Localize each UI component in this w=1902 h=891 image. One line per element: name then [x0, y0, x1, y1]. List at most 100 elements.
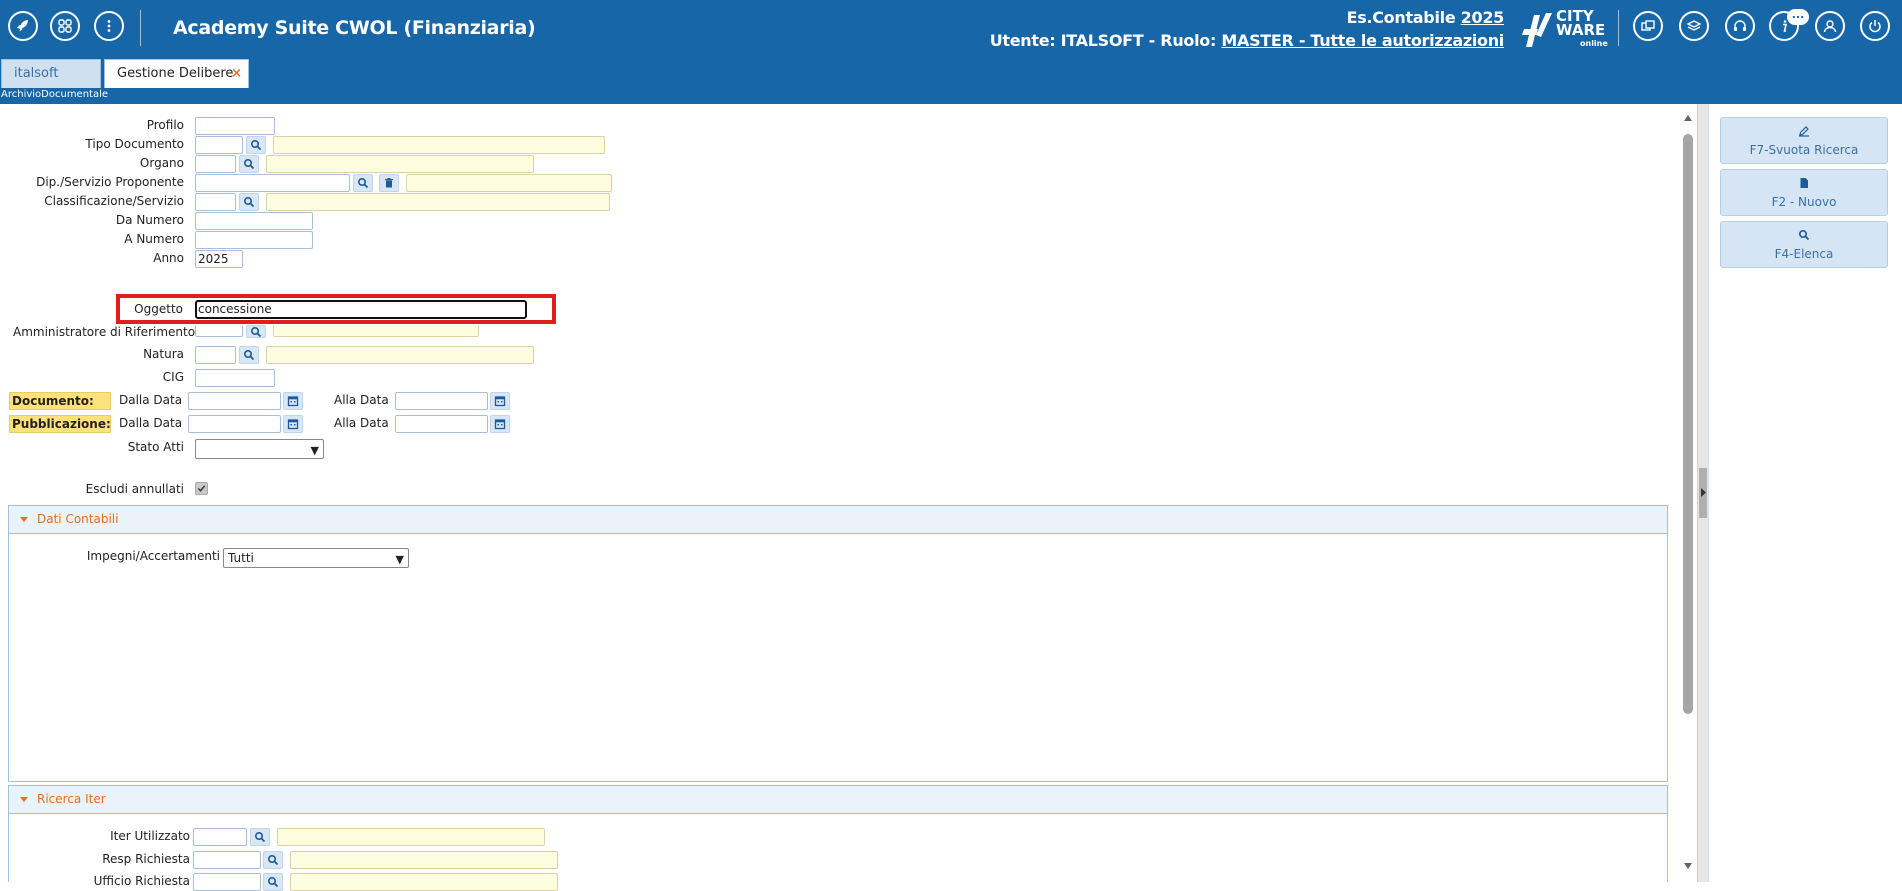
resp-richiesta-input[interactable]	[193, 851, 261, 869]
collapse-triangle-icon	[20, 517, 28, 522]
trash-icon[interactable]	[379, 174, 399, 192]
ufficio-richiesta-input[interactable]	[193, 873, 261, 891]
a-numero-label: A Numero	[124, 232, 184, 246]
nuovo-button[interactable]: F2 - Nuovo	[1720, 169, 1888, 216]
organo-label: Organo	[139, 156, 184, 170]
ufficio-richiesta-description	[290, 873, 558, 891]
calendar-icon[interactable]	[283, 392, 303, 410]
documento-tag: Documento:	[9, 392, 111, 410]
anno-input[interactable]: 2025	[195, 250, 243, 268]
windows-icon[interactable]	[1633, 11, 1663, 41]
scrollbar-thumb[interactable]	[1683, 134, 1693, 714]
breadcrumb: ArchivioDocumentale	[0, 88, 1902, 104]
documento-alla-data-input[interactable]	[395, 392, 488, 410]
impegni-select[interactable]: Tutti ▼	[223, 548, 409, 568]
chevron-down-icon: ▼	[310, 444, 319, 457]
search-icon[interactable]	[239, 346, 259, 364]
da-numero-label: Da Numero	[115, 213, 184, 227]
escludi-annullati-label: Escludi annullati	[85, 482, 184, 496]
apps-grid-icon[interactable]	[50, 11, 80, 41]
elenca-button[interactable]: F4-Elenca	[1720, 221, 1888, 268]
search-icon[interactable]	[239, 193, 259, 211]
dati-contabili-panel: Dati Contabili Impegni/Accertamenti Tutt…	[8, 505, 1668, 782]
calendar-icon[interactable]	[283, 415, 303, 433]
search-icon[interactable]	[263, 873, 283, 891]
calendar-icon[interactable]	[490, 415, 510, 433]
file-icon	[1800, 178, 1808, 188]
app-title: Academy Suite CWOL (Finanziaria)	[173, 17, 536, 39]
tab-italsoft-home[interactable]: italsoft Home	[1, 59, 101, 108]
pubblicazione-dalla-data-input[interactable]	[188, 415, 281, 433]
stato-atti-select[interactable]: ▼	[195, 439, 324, 459]
collapse-triangle-icon	[20, 797, 28, 802]
header-divider	[1618, 10, 1619, 46]
chevron-right-icon	[1701, 488, 1706, 497]
iter-utilizzato-input[interactable]	[193, 828, 247, 846]
amministratore-input[interactable]	[195, 325, 243, 337]
cityware-logo: CITY WARE online	[1520, 9, 1615, 49]
pencil-icon	[1799, 126, 1809, 137]
tipo-documento-label: Tipo Documento	[85, 137, 184, 151]
logo-subtext: online	[1580, 39, 1608, 48]
escludi-annullati-checkbox[interactable]	[195, 482, 208, 495]
oggetto-input[interactable]: concessione	[195, 300, 527, 319]
more-vertical-icon[interactable]	[94, 11, 124, 41]
classificazione-description	[266, 193, 610, 211]
documento-dalla-data-input[interactable]	[188, 392, 281, 410]
user-icon[interactable]	[1815, 11, 1845, 41]
iter-utilizzato-description	[277, 828, 545, 846]
natura-input[interactable]	[195, 346, 236, 364]
dip-servizio-label: Dip./Servizio Proponente	[36, 175, 184, 189]
organo-input[interactable]	[195, 155, 236, 173]
impegni-label: Impegni/Accertamenti	[86, 549, 220, 563]
ufficio-richiesta-label: Ufficio Richiesta	[93, 874, 190, 888]
search-icon[interactable]	[239, 155, 259, 173]
rocket-icon[interactable]	[8, 11, 38, 41]
notification-badge[interactable]: ...	[1787, 9, 1809, 25]
tipo-documento-input[interactable]	[195, 136, 243, 154]
search-icon[interactable]	[246, 325, 266, 338]
profilo-label: Profilo	[146, 118, 184, 132]
pubblicazione-tag: Pubblicazione:	[9, 415, 111, 433]
layers-icon[interactable]	[1679, 11, 1709, 41]
user-info: Es.Contabile 2025 Utente: ITALSOFT - Ruo…	[989, 6, 1505, 52]
search-icon[interactable]	[246, 136, 266, 154]
dip-servizio-input[interactable]	[195, 174, 350, 192]
es-year-link[interactable]: 2025	[1461, 8, 1505, 27]
user-role-link[interactable]: MASTER - Tutte le autorizzazioni	[1221, 31, 1504, 50]
scroll-up-icon[interactable]	[1683, 114, 1693, 122]
anno-label: Anno	[153, 251, 184, 265]
splitter-handle[interactable]	[1699, 468, 1707, 518]
amministratore-description	[273, 325, 479, 337]
a-numero-input[interactable]	[195, 231, 313, 249]
logo-text: CITY WARE	[1556, 7, 1606, 39]
stato-atti-label: Stato Atti	[127, 440, 184, 454]
scroll-down-icon[interactable]	[1683, 862, 1693, 870]
es-label: Es.Contabile	[1346, 8, 1456, 27]
vertical-scrollbar[interactable]	[1680, 112, 1696, 882]
dip-servizio-description	[406, 174, 612, 192]
calendar-icon[interactable]	[490, 392, 510, 410]
headset-icon[interactable]	[1725, 11, 1755, 41]
cig-input[interactable]	[195, 369, 275, 387]
profilo-input[interactable]	[195, 117, 275, 135]
user-prefix: Utente: ITALSOFT - Ruolo:	[989, 31, 1217, 50]
ricerca-iter-header[interactable]: Ricerca Iter	[9, 786, 1667, 814]
amministratore-label: Amministratore di Riferimento	[13, 325, 196, 339]
pubblicazione-alla-data-input[interactable]	[395, 415, 488, 433]
natura-label: Natura	[143, 347, 184, 361]
tab-gestione-delibere[interactable]: Gestione Delibere ×	[104, 59, 249, 88]
svuota-ricerca-button[interactable]: F7-Svuota Ricerca	[1720, 117, 1888, 164]
da-numero-input[interactable]	[195, 212, 313, 230]
app-header: Academy Suite CWOL (Finanziaria) Es.Cont…	[0, 0, 1902, 56]
search-icon[interactable]	[263, 851, 283, 869]
search-icon[interactable]	[353, 174, 373, 192]
dati-contabili-header[interactable]: Dati Contabili	[9, 506, 1667, 534]
tipo-documento-description	[273, 136, 605, 154]
close-tab-icon[interactable]: ×	[231, 60, 242, 87]
power-icon[interactable]	[1860, 11, 1890, 41]
chevron-down-icon: ▼	[395, 553, 404, 566]
search-icon[interactable]	[250, 828, 270, 846]
classificazione-input[interactable]	[195, 193, 236, 211]
classificazione-label: Classificazione/Servizio	[44, 194, 184, 208]
